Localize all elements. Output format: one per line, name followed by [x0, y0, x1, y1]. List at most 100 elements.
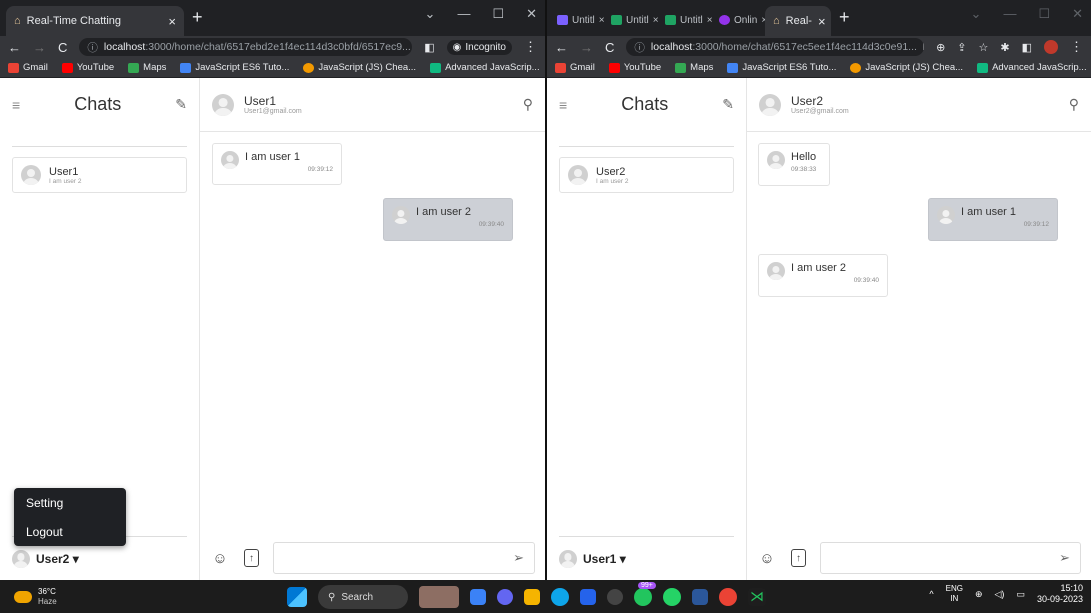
message-input[interactable]: ➢	[820, 542, 1081, 574]
bookmark-gmail[interactable]: Gmail	[555, 62, 595, 73]
maximize-button[interactable]: ☐	[492, 6, 504, 22]
bookmark-maps[interactable]: Maps	[675, 62, 713, 73]
key-icon[interactable]: ⚿	[923, 41, 924, 54]
whatsapp-icon[interactable]: 99+	[634, 582, 656, 606]
send-icon[interactable]: ➢	[1059, 550, 1070, 566]
share-icon[interactable]: ⇪	[957, 41, 966, 54]
back-icon[interactable]: ←	[555, 40, 568, 55]
bookmark-star-icon[interactable]: ☆	[979, 41, 989, 54]
close-tab-icon[interactable]: ×	[168, 14, 176, 29]
new-tab-button[interactable]: +	[192, 7, 203, 28]
tab-untitled-3[interactable]: Untitl ×	[661, 9, 717, 31]
task-view-icon[interactable]	[470, 589, 486, 605]
emoji-icon[interactable]: ☺	[210, 548, 230, 568]
minimize-button[interactable]: —	[1003, 6, 1016, 22]
chat-list-item[interactable]: User1 I am user 2	[12, 157, 187, 193]
side-panel-icon[interactable]: ◧	[1022, 41, 1032, 54]
tab-real-time-chatting[interactable]: ⌂ Real-Time Chatting ×	[6, 6, 184, 36]
dell-icon[interactable]	[607, 589, 623, 605]
hamburger-icon[interactable]: ≡	[12, 97, 20, 113]
tab-search-icon[interactable]: ⌄	[425, 6, 436, 22]
profile-avatar-icon[interactable]	[1044, 40, 1058, 54]
reload-icon[interactable]: C	[58, 40, 67, 55]
menu-dots-icon[interactable]: ⋮	[524, 39, 537, 55]
language-indicator[interactable]: ENG IN	[946, 584, 963, 604]
windows-start-icon[interactable]	[287, 587, 307, 607]
store-icon[interactable]	[580, 589, 596, 605]
taskbar-search[interactable]: ⚲ Search	[318, 585, 408, 609]
forward-icon[interactable]: →	[33, 40, 46, 55]
hamburger-icon[interactable]: ≡	[559, 97, 567, 113]
bookmark-youtube[interactable]: YouTube	[608, 62, 661, 73]
bookmark-maps[interactable]: Maps	[128, 62, 166, 73]
chrome-icon[interactable]	[719, 588, 737, 606]
word-icon[interactable]	[692, 589, 708, 605]
bookmark-advanced-js[interactable]: Advanced JavaScrip...	[977, 62, 1087, 73]
tab-search-icon[interactable]: ⌄	[971, 6, 982, 22]
bookmark-js-cheat[interactable]: JavaScript (JS) Chea...	[303, 62, 416, 73]
search-icon[interactable]: ⚲	[523, 96, 533, 113]
google-lens-icon[interactable]: ⊕	[936, 41, 945, 54]
incognito-badge[interactable]: ◉ Incognito	[446, 39, 512, 55]
pencil-icon[interactable]: ✎	[722, 96, 734, 113]
edge-icon[interactable]	[551, 588, 569, 606]
new-tab-button[interactable]: +	[839, 7, 850, 28]
close-window-button[interactable]: ✕	[1072, 6, 1083, 22]
bookmark-js-es6[interactable]: JavaScript ES6 Tuto...	[727, 62, 836, 73]
tab-untitled-2[interactable]: Untitl ×	[607, 9, 663, 31]
send-icon[interactable]: ➢	[513, 550, 524, 566]
menu-item-logout[interactable]: Logout	[14, 517, 126, 546]
menu-dots-icon[interactable]: ⋮	[1070, 39, 1083, 55]
current-user[interactable]: User1 ▾	[559, 536, 734, 580]
whatsapp-app-icon[interactable]	[663, 588, 681, 606]
reload-icon[interactable]: C	[605, 40, 614, 55]
vscode-icon[interactable]: ⋊	[748, 588, 766, 606]
extensions-icon[interactable]: ✱	[1000, 41, 1009, 54]
widgets-icon[interactable]	[419, 586, 459, 608]
battery-icon[interactable]: ▭	[1016, 589, 1025, 600]
network-icon[interactable]: ⊕	[975, 589, 983, 600]
tab-real-time-chatting[interactable]: ⌂ Real- ×	[765, 6, 831, 36]
user-menu: Setting Logout	[14, 488, 126, 546]
message-input[interactable]: ➢	[273, 542, 535, 574]
forward-icon[interactable]: →	[580, 40, 593, 55]
close-tab-icon[interactable]: ×	[653, 15, 659, 26]
sidebar-title: Chats	[621, 94, 669, 114]
bookmarks-bar: Gmail YouTube Maps JavaScript ES6 Tuto..…	[547, 58, 1091, 78]
sidebar: ≡ Chats ✎ User2 I am user 2 User1 ▾	[547, 78, 747, 580]
bookmark-js-es6[interactable]: JavaScript ES6 Tuto...	[180, 62, 289, 73]
back-icon[interactable]: ←	[8, 40, 21, 55]
bookmark-js-cheat[interactable]: JavaScript (JS) Chea...	[850, 62, 963, 73]
bookmark-gmail[interactable]: Gmail	[8, 62, 48, 73]
chat-list-item[interactable]: User2 I am user 2	[559, 157, 734, 193]
upload-file-icon[interactable]: ↑	[791, 549, 806, 567]
teams-icon[interactable]	[497, 589, 513, 605]
tab-online[interactable]: Onlin ×	[715, 9, 771, 31]
message-incoming: I am user 1 09:39:12	[212, 143, 342, 185]
maximize-button[interactable]: ☐	[1038, 6, 1050, 22]
youtube-icon	[608, 62, 620, 73]
avatar	[767, 151, 785, 169]
clock[interactable]: 15:10 30-09-2023	[1037, 583, 1083, 605]
minimize-button[interactable]: —	[457, 6, 470, 22]
side-panel-icon[interactable]: ◧	[424, 41, 434, 54]
weather-widget[interactable]: 36°C Haze	[0, 587, 57, 607]
bookmark-youtube[interactable]: YouTube	[61, 62, 114, 73]
address-bar[interactable]: ⓘ localhost:3000/home/chat/6517ebd2e1f4e…	[79, 38, 413, 56]
address-bar[interactable]: ⓘ localhost:3000/home/chat/6517ec5ee1f4e…	[626, 38, 925, 56]
file-explorer-icon[interactable]	[524, 589, 540, 605]
search-icon[interactable]: ⚲	[1069, 96, 1079, 113]
close-window-button[interactable]: ✕	[526, 6, 537, 22]
chat-app: ≡ Chats ✎ User2 I am user 2 User1 ▾ User…	[547, 78, 1091, 580]
volume-icon[interactable]: ◁)	[995, 589, 1005, 600]
upload-file-icon[interactable]: ↑	[244, 549, 259, 567]
menu-item-setting[interactable]: Setting	[14, 488, 126, 517]
tab-untitled-1[interactable]: Untitl ×	[553, 9, 609, 31]
pencil-icon[interactable]: ✎	[175, 96, 187, 113]
close-tab-icon[interactable]: ×	[707, 15, 713, 26]
bookmark-advanced-js[interactable]: Advanced JavaScrip...	[430, 62, 540, 73]
close-tab-icon[interactable]: ×	[818, 14, 826, 29]
emoji-icon[interactable]: ☺	[757, 548, 777, 568]
close-tab-icon[interactable]: ×	[599, 15, 605, 26]
chevron-up-icon[interactable]: ^	[929, 589, 933, 599]
